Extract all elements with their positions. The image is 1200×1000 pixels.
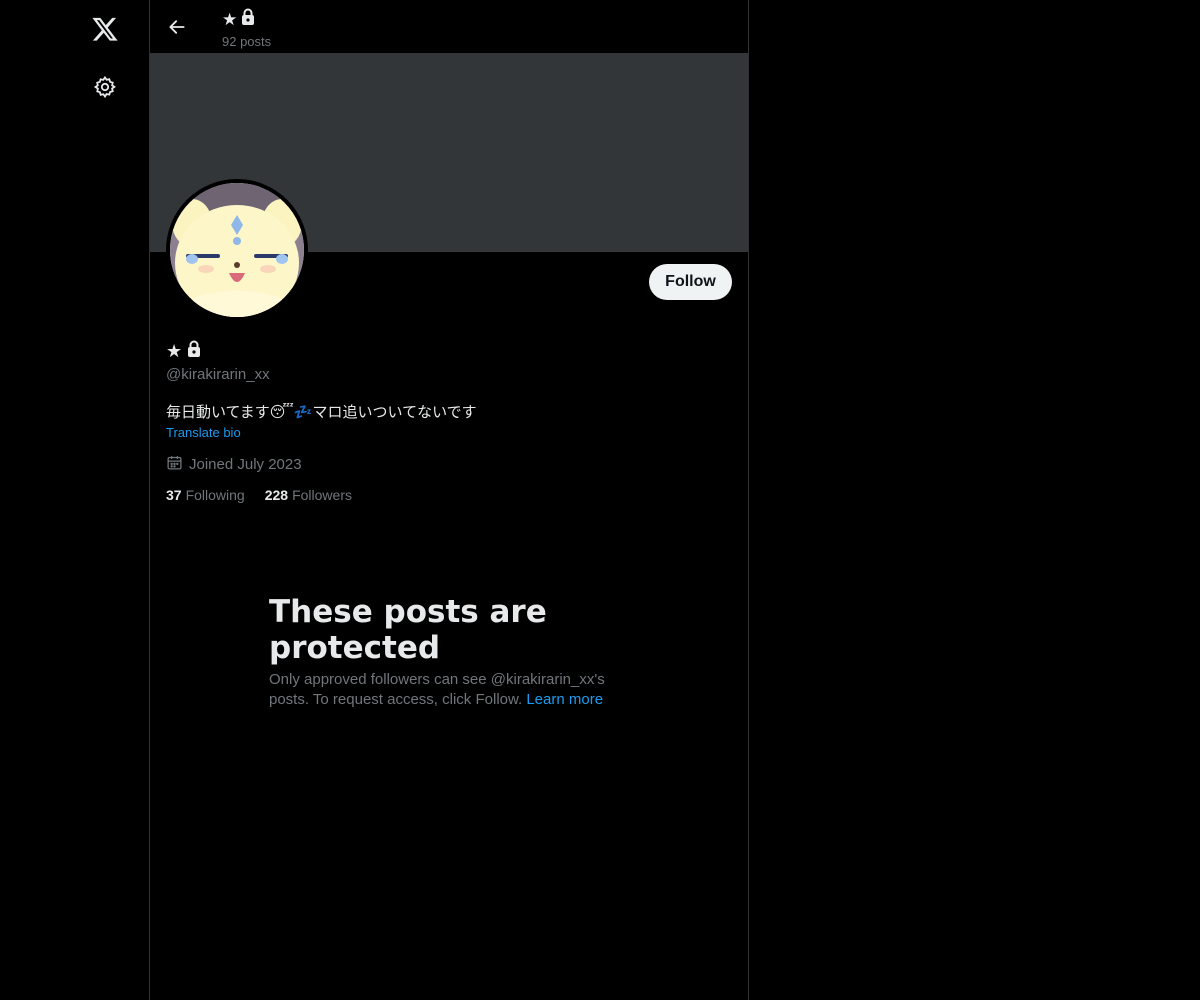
profile-name-text: ★ [166, 341, 183, 361]
avatar[interactable] [166, 179, 308, 321]
left-nav [0, 0, 149, 1000]
header-name-text: ★ [222, 9, 238, 29]
protected-notice: These posts are protected Only approved … [269, 594, 629, 710]
followers-label: Followers [292, 487, 352, 503]
following-label: Following [185, 487, 245, 503]
learn-more-link[interactable]: Learn more [526, 691, 603, 708]
following-link[interactable]: 37 Following [166, 487, 245, 503]
x-logo-icon[interactable] [88, 12, 122, 46]
profile-bio: 毎日動いてます😴💤マロ追いついてないです [166, 403, 477, 421]
arrow-left-icon[interactable] [162, 12, 192, 42]
join-date: Joined July 2023 [166, 454, 302, 475]
lock-icon [240, 8, 256, 31]
followers-count: 228 [264, 487, 289, 503]
profile-handle: @kirakirarin_xx [166, 366, 270, 383]
following-count: 37 [166, 487, 182, 503]
calendar-icon [166, 454, 183, 475]
follow-button[interactable]: Follow [649, 264, 732, 300]
gear-icon[interactable] [90, 72, 120, 102]
protected-title: These posts are protected [269, 594, 547, 666]
profile-column: ★ 92 posts Follow ★ @kirakirarin_xx 毎日動い… [149, 0, 749, 1000]
profile-display-name: ★ [166, 340, 202, 363]
follow-counts: 37 Following 228 Followers [166, 487, 352, 503]
followers-link[interactable]: 228 Followers [265, 487, 352, 503]
posts-count: 92 posts [222, 34, 272, 49]
profile-header-bar: ★ 92 posts [150, 0, 748, 53]
header-display-name: ★ [222, 8, 256, 31]
join-date-text: Joined July 2023 [189, 456, 302, 473]
protected-description: Only approved followers can see @kirakir… [269, 670, 629, 710]
translate-bio-link[interactable]: Translate bio [166, 425, 241, 440]
lock-icon [186, 340, 202, 363]
